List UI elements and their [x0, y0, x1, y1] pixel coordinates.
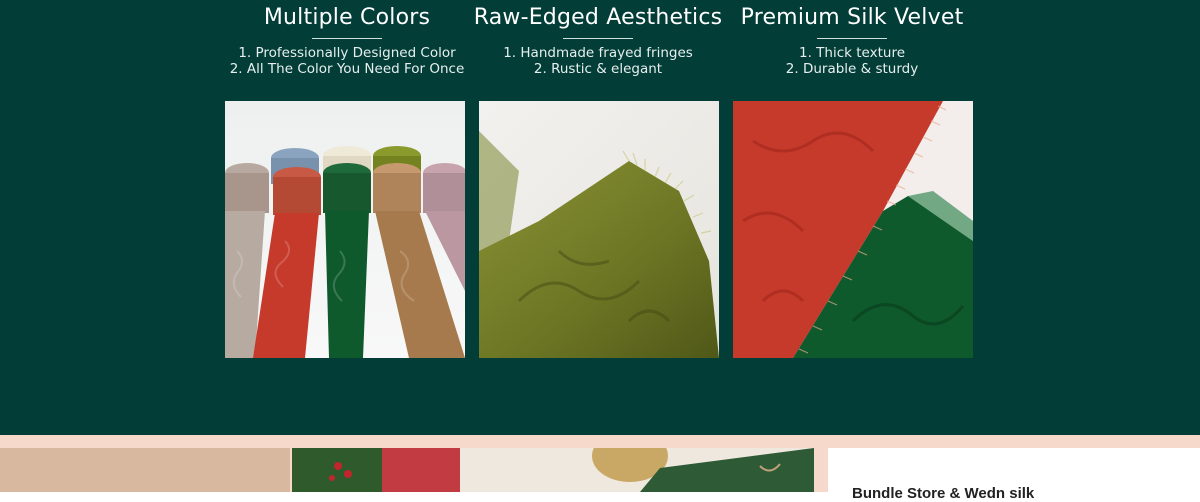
feature-line: 2. Rustic & elegant	[533, 61, 663, 77]
feature-description: 1. Thick texture 2. Durable & sturdy	[725, 45, 979, 77]
title-divider	[817, 38, 887, 39]
info-card: Bundle Store & Wedn silk	[828, 448, 1200, 502]
holiday-greenery-image	[292, 448, 460, 492]
feature-description: 1. Professionally Designed Color 2. All …	[220, 45, 474, 77]
feature-line: 2. All The Color You Need For Once	[229, 61, 465, 77]
feature-title: Premium Silk Velvet	[740, 5, 964, 30]
feature-silk-velvet: Premium Silk Velvet 1. Thick texture 2. …	[725, 0, 979, 77]
feature-multiple-colors: Multiple Colors 1. Professionally Design…	[220, 0, 474, 77]
card-heading: Bundle Store & Wedn silk	[852, 485, 1035, 502]
ribbon-rolls-image	[225, 101, 465, 358]
feature-line: 1. Handmade frayed fringes	[503, 45, 693, 61]
red-green-velvet-image	[733, 101, 973, 358]
feature-description: 1. Handmade frayed fringes 2. Rustic & e…	[471, 45, 725, 77]
feature-line: 1. Thick texture	[798, 45, 906, 61]
title-divider	[563, 38, 633, 39]
olive-velvet-image	[479, 101, 719, 358]
feature-raw-edged: Raw-Edged Aesthetics 1. Handmade frayed …	[471, 0, 725, 77]
fabric-panel-image	[0, 448, 290, 492]
feature-line: 1. Professionally Designed Color	[238, 45, 456, 61]
feature-section: Multiple Colors 1. Professionally Design…	[0, 0, 1200, 435]
christmas-ornament-image	[460, 448, 814, 492]
feature-title: Multiple Colors	[263, 5, 431, 30]
promo-strip: Bundle Store & Wedn silk	[0, 435, 1200, 502]
title-divider	[312, 38, 382, 39]
feature-line: 2. Durable & sturdy	[785, 61, 919, 77]
feature-title: Raw-Edged Aesthetics	[473, 5, 723, 30]
